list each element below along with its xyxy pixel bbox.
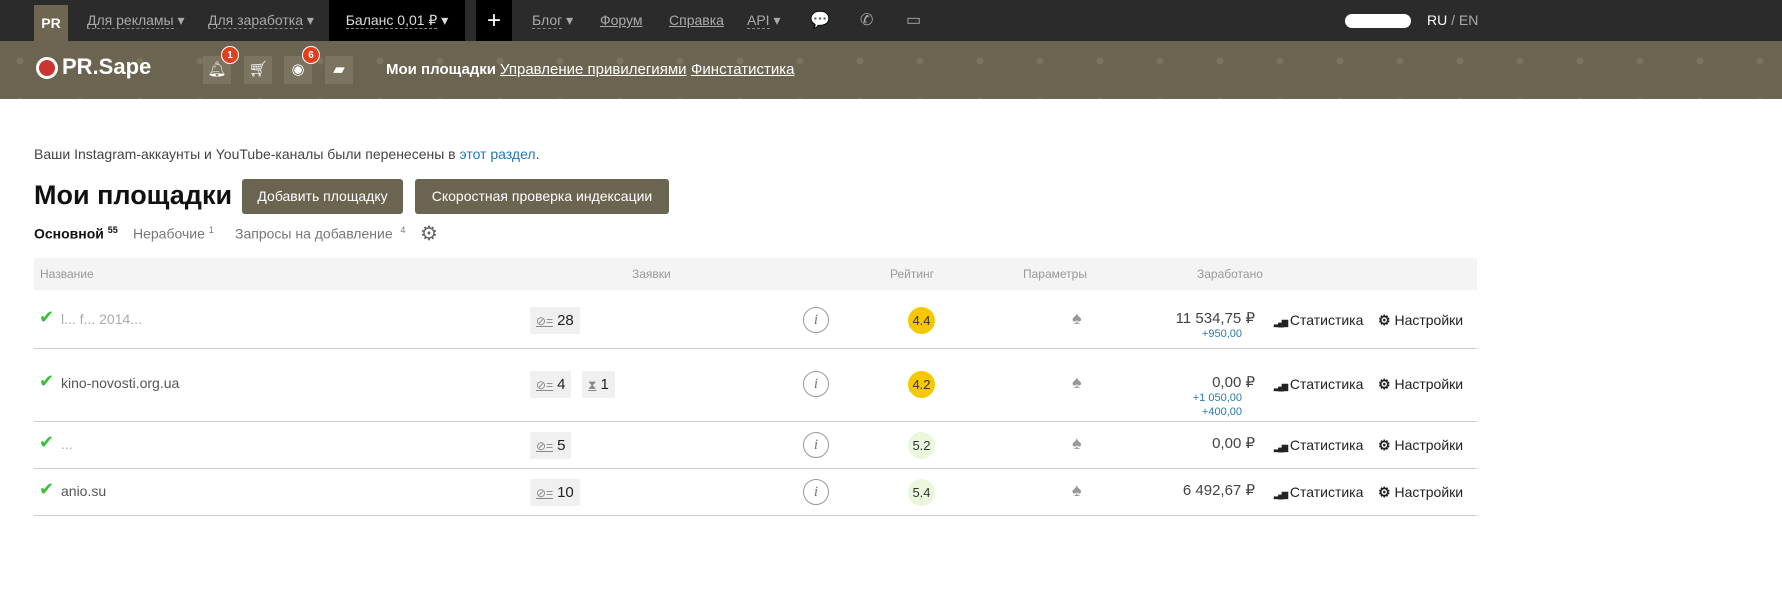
blog-menu[interactable]: Блог ▾	[532, 0, 573, 41]
requests-button[interactable]: ⊘= 10	[530, 479, 580, 506]
settings-link[interactable]: ⚙ Настройки	[1378, 437, 1463, 454]
chat-icon[interactable]: 💬	[810, 0, 830, 41]
settings-link[interactable]: ⚙ Настройки	[1378, 484, 1463, 501]
col-earned: Заработано	[1197, 267, 1263, 281]
settings-link[interactable]: ⚙ Настройки	[1378, 312, 1463, 329]
logo[interactable]: PR.Sape	[36, 54, 151, 80]
rating-badge: 4.2	[908, 371, 935, 398]
help-link[interactable]: Справка	[669, 0, 724, 41]
hourglass-icon: ⧗	[588, 378, 597, 392]
spade-icon[interactable]: ♠	[1072, 372, 1082, 393]
index-check-button[interactable]: Скоростная проверка индексации	[415, 179, 669, 214]
spade-icon[interactable]: ♠	[1072, 480, 1082, 501]
check-icon: ✔	[39, 371, 55, 391]
advertise-menu[interactable]: Для рекламы ▾	[87, 0, 185, 41]
requests-icon: ⊘=	[536, 378, 554, 392]
earned-value: 11 534,75 ₽ +950,00	[1175, 310, 1255, 340]
info-icon[interactable]: i	[803, 432, 829, 458]
info-icon[interactable]: i	[803, 307, 829, 333]
balance-menu[interactable]: Баланс 0,01 ₽ ▾	[329, 0, 465, 41]
pr-switch[interactable]: PR	[34, 5, 68, 41]
gear-icon: ⚙	[1378, 312, 1391, 328]
table-row: ✔ anio.su ⊘= 10 i 5.4 ♠ 6 492,67 ₽ ▂▄▆ Ста…	[34, 469, 1477, 516]
requests-button[interactable]: ⊘= 5	[530, 432, 572, 459]
top-bar: PR Для рекламы ▾ Для заработка ▾ Баланс …	[0, 0, 1782, 41]
requests-icon: ⊘=	[536, 439, 554, 453]
info-icon[interactable]: i	[803, 371, 829, 397]
monitor-icon[interactable]: ▭	[906, 0, 921, 41]
nav-my-sites[interactable]: Мои площадки	[386, 61, 496, 78]
migration-notice: Ваши Instagram-аккаунты и YouTube-каналы…	[34, 146, 540, 162]
nav-privileges[interactable]: Управление привилегиями	[500, 61, 687, 78]
earned-extra: +1 050,00	[1192, 392, 1242, 404]
col-rating: Рейтинг	[890, 267, 935, 281]
rating-badge: 5.4	[908, 479, 935, 506]
requests-icon: ⊘=	[536, 314, 554, 328]
earned-value: 0,00 ₽	[1212, 435, 1255, 452]
info-icon[interactable]: i	[803, 479, 829, 505]
statistics-link[interactable]: ▂▄▆ Статистика	[1274, 437, 1363, 453]
statistics-link[interactable]: ▂▄▆ Статистика	[1274, 312, 1363, 328]
nav-finstats[interactable]: Финстатистика	[691, 61, 795, 78]
earned-extra: +400,00	[1201, 406, 1242, 418]
statistics-link[interactable]: ▂▄▆ Статистика	[1274, 484, 1363, 500]
eye-icon[interactable]: ◉ 6	[284, 46, 320, 84]
check-icon: ✔	[39, 479, 55, 499]
views-badge: 6	[302, 46, 320, 64]
add-button[interactable]: +	[476, 0, 512, 41]
col-params: Параметры	[1023, 267, 1087, 281]
api-menu[interactable]: API ▾	[747, 0, 781, 41]
add-site-button[interactable]: Добавить площадку	[242, 179, 403, 214]
forum-link[interactable]: Форум	[600, 0, 643, 41]
site-name[interactable]: anio.su	[61, 483, 106, 499]
check-icon: ✔	[39, 432, 55, 452]
statistics-link[interactable]: ▂▄▆ Статистика	[1274, 376, 1363, 392]
col-name: Название	[40, 267, 94, 281]
earned-value: 6 492,67 ₽	[1182, 482, 1255, 499]
tab-main[interactable]: Основной 55	[34, 225, 118, 242]
notification-badge: 1	[221, 46, 239, 64]
requests-button[interactable]: ⊘= 28	[530, 307, 580, 334]
language-switch[interactable]: RU / EN	[1427, 0, 1478, 41]
bar-chart-icon: ▂▄▆	[1274, 382, 1288, 391]
bar-chart-icon: ▂▄▆	[1274, 490, 1288, 499]
page-title: Мои площадки	[34, 180, 233, 210]
santa-hat-icon	[36, 57, 58, 80]
col-requests: Заявки	[632, 267, 671, 281]
gear-icon: ⚙	[1378, 484, 1391, 500]
phone-icon[interactable]: ✆	[860, 0, 873, 41]
site-name[interactable]: kino-novosti.org.ua	[61, 375, 179, 391]
site-name[interactable]: l... f... 2014...	[61, 311, 142, 327]
spade-icon[interactable]: ♠	[1072, 308, 1082, 329]
messages-icon[interactable]: ▰	[325, 56, 353, 84]
tab-inactive[interactable]: Нерабочие 1	[133, 225, 214, 242]
section-link[interactable]: этот раздел	[460, 146, 536, 162]
table-header: Название Заявки Рейтинг Параметры Зарабо…	[34, 258, 1477, 290]
gear-icon: ⚙	[1378, 376, 1391, 392]
bell-icon[interactable]: 🔔︎ 1	[203, 46, 239, 84]
table-row: ✔ l... f... 2014... ⊘= 28 i 4.4 ♠ 11 534,7…	[34, 290, 1477, 349]
earned-extra: +950,00	[1201, 328, 1242, 340]
requests-button[interactable]: ⊘= 4	[530, 371, 572, 398]
gear-icon: ⚙	[1378, 437, 1391, 453]
table-row: ✔ ... ⊘= 5 i 5.2 ♠ 0,00 ₽ ▂▄▆ Статистика ⚙…	[34, 422, 1477, 469]
earned-value: 0,00 ₽ +1 050,00 +400,00	[1192, 374, 1255, 418]
gear-icon[interactable]: ⚙	[420, 221, 438, 246]
settings-link[interactable]: ⚙ Настройки	[1378, 376, 1463, 393]
bar-chart-icon: ▂▄▆	[1274, 443, 1288, 452]
rating-badge: 4.4	[908, 307, 935, 334]
cart-icon[interactable]: 🛒︎	[244, 56, 272, 84]
bar-chart-icon: ▂▄▆	[1274, 318, 1288, 327]
spade-icon[interactable]: ♠	[1072, 433, 1082, 454]
rating-badge: 5.2	[908, 432, 935, 459]
tab-requests[interactable]: Запросы на добавление 4	[235, 225, 405, 242]
site-name[interactable]: ...	[61, 436, 73, 452]
earn-menu[interactable]: Для заработка ▾	[208, 0, 314, 41]
table-row: ✔ kino-novosti.org.ua ⊘= 4 ⧗ 1 i 4.2 ♠ 0,00 …	[34, 349, 1477, 422]
check-icon: ✔	[39, 307, 55, 327]
waiting-button[interactable]: ⧗ 1	[582, 371, 615, 398]
user-account[interactable]	[1345, 14, 1411, 28]
requests-icon: ⊘=	[536, 486, 554, 500]
